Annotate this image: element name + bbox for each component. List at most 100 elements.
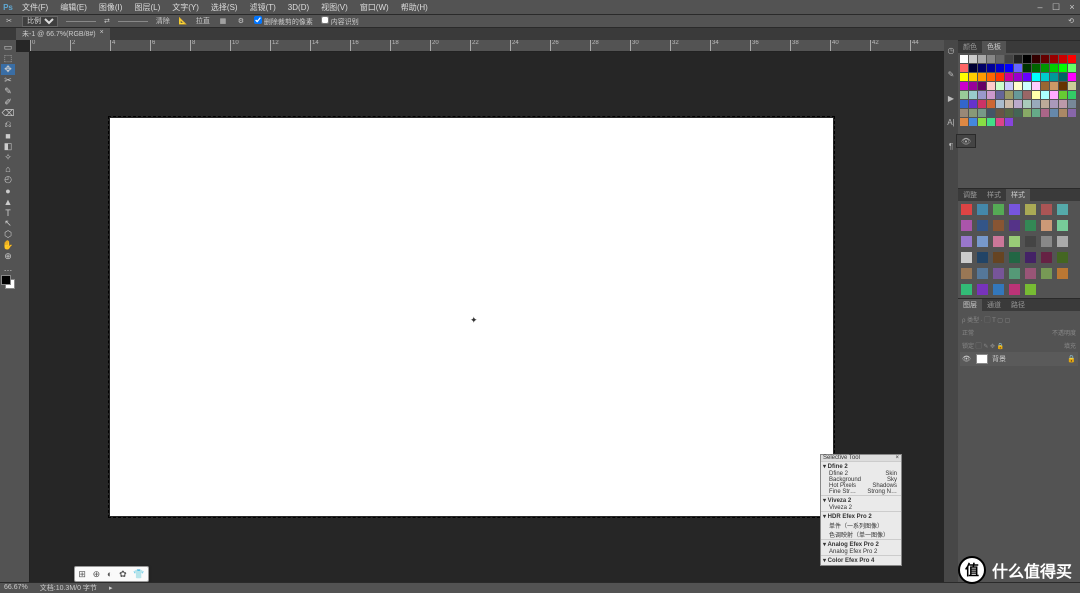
swatch[interactable]: [969, 82, 977, 90]
layer-thumb[interactable]: [976, 354, 988, 364]
swatch[interactable]: [1050, 73, 1058, 81]
swatch[interactable]: [1005, 82, 1013, 90]
swatch[interactable]: [1068, 64, 1076, 72]
actions-icon[interactable]: ▶: [945, 92, 957, 104]
menu-3d[interactable]: 3D(D): [282, 3, 315, 12]
tool-9[interactable]: ◧: [1, 141, 15, 152]
float-item[interactable]: ⊞: [78, 569, 86, 580]
style-preset[interactable]: [1025, 284, 1036, 295]
swatch[interactable]: [1041, 100, 1049, 108]
swatch[interactable]: [1050, 109, 1058, 117]
swatch[interactable]: [1023, 64, 1031, 72]
float-item[interactable]: 👕: [133, 569, 144, 580]
swatch[interactable]: [1059, 91, 1067, 99]
swatch[interactable]: [1041, 73, 1049, 81]
swatch[interactable]: [1014, 73, 1022, 81]
swatch[interactable]: [1023, 82, 1031, 90]
popup-section-head[interactable]: ▾ Dfine 2: [821, 461, 901, 471]
swatch[interactable]: [978, 55, 986, 63]
status-arrow-icon[interactable]: ▸: [109, 584, 113, 592]
brush-icon[interactable]: ✎: [945, 68, 957, 80]
styles-grid[interactable]: [958, 201, 1080, 298]
style-preset[interactable]: [993, 284, 1004, 295]
tool-14[interactable]: ▲: [1, 196, 15, 207]
swatch[interactable]: [978, 109, 986, 117]
swatch[interactable]: [1014, 109, 1022, 117]
style-preset[interactable]: [1057, 252, 1068, 263]
tool-18[interactable]: ✋: [1, 240, 15, 251]
swatch[interactable]: [996, 55, 1004, 63]
swap-icon[interactable]: ⇄: [104, 17, 110, 25]
style-preset[interactable]: [961, 252, 972, 263]
tool-17[interactable]: ⬡: [1, 229, 15, 240]
swatch[interactable]: [1032, 55, 1040, 63]
tool-4[interactable]: ✎: [1, 86, 15, 97]
history-icon[interactable]: ◷: [945, 44, 957, 56]
swatch[interactable]: [1005, 55, 1013, 63]
maximize-button[interactable]: ☐: [1048, 0, 1064, 14]
swatch[interactable]: [1032, 82, 1040, 90]
swatch[interactable]: [1023, 109, 1031, 117]
popup-section-head[interactable]: ▾ Viveza 2: [821, 495, 901, 505]
floating-toolbar[interactable]: ⊞⊕◐✿👕: [74, 566, 149, 582]
tool-7[interactable]: ⎌: [1, 119, 15, 130]
style-preset[interactable]: [977, 268, 988, 279]
style-preset[interactable]: [977, 220, 988, 231]
style-preset[interactable]: [993, 220, 1004, 231]
swatch[interactable]: [960, 73, 968, 81]
swatch[interactable]: [1059, 82, 1067, 90]
swatch[interactable]: [987, 118, 995, 126]
tool-12[interactable]: ◴: [1, 174, 15, 185]
char-icon[interactable]: A|: [945, 116, 957, 128]
swatch[interactable]: [960, 109, 968, 117]
style-preset[interactable]: [1025, 268, 1036, 279]
swatch[interactable]: [1041, 109, 1049, 117]
swatch[interactable]: [1050, 55, 1058, 63]
swatch-grid[interactable]: [958, 53, 1080, 128]
minimize-button[interactable]: –: [1032, 0, 1048, 14]
swatch[interactable]: [996, 118, 1004, 126]
swatch[interactable]: [1050, 91, 1058, 99]
swatch[interactable]: [996, 73, 1004, 81]
swatch[interactable]: [1023, 73, 1031, 81]
gear-icon[interactable]: ⚙: [236, 16, 246, 26]
swatch[interactable]: [1068, 82, 1076, 90]
swatch[interactable]: [978, 91, 986, 99]
swatch[interactable]: [1023, 55, 1031, 63]
swatch[interactable]: [1068, 55, 1076, 63]
swatch[interactable]: [1005, 118, 1013, 126]
swatch[interactable]: [1005, 100, 1013, 108]
reset-icon[interactable]: ⟲: [1066, 16, 1076, 26]
swatch[interactable]: [987, 73, 995, 81]
swatch[interactable]: [987, 64, 995, 72]
swatch[interactable]: [1059, 100, 1067, 108]
tab-color[interactable]: 颜色: [958, 41, 982, 53]
swatch[interactable]: [960, 64, 968, 72]
menu-layer[interactable]: 图层(L): [128, 2, 166, 13]
swatch[interactable]: [960, 100, 968, 108]
menu-view[interactable]: 视图(V): [315, 2, 354, 13]
swatch[interactable]: [996, 64, 1004, 72]
ratio-input-2[interactable]: [118, 21, 148, 22]
swatch[interactable]: [969, 55, 977, 63]
swatch[interactable]: [960, 118, 968, 126]
swatch[interactable]: [1014, 55, 1022, 63]
swatch[interactable]: [1068, 100, 1076, 108]
swatch[interactable]: [987, 109, 995, 117]
popup-section-head[interactable]: ▾ HDR Efex Pro 2: [821, 511, 901, 521]
delete-pixels-check[interactable]: 删除裁剪的像素: [254, 16, 313, 27]
ratio-select[interactable]: 比例: [22, 16, 58, 27]
style-preset[interactable]: [961, 204, 972, 215]
swatch[interactable]: [969, 73, 977, 81]
menu-type[interactable]: 文字(Y): [166, 2, 205, 13]
menu-window[interactable]: 窗口(W): [354, 2, 395, 13]
style-preset[interactable]: [1057, 220, 1068, 231]
swatch[interactable]: [978, 100, 986, 108]
swatch[interactable]: [960, 55, 968, 63]
eye-toggle[interactable]: 👁: [956, 134, 976, 148]
style-preset[interactable]: [993, 204, 1004, 215]
close-button[interactable]: ×: [1064, 0, 1080, 14]
swatch[interactable]: [969, 64, 977, 72]
grid-icon[interactable]: ▦: [218, 16, 228, 26]
swatch[interactable]: [1032, 73, 1040, 81]
